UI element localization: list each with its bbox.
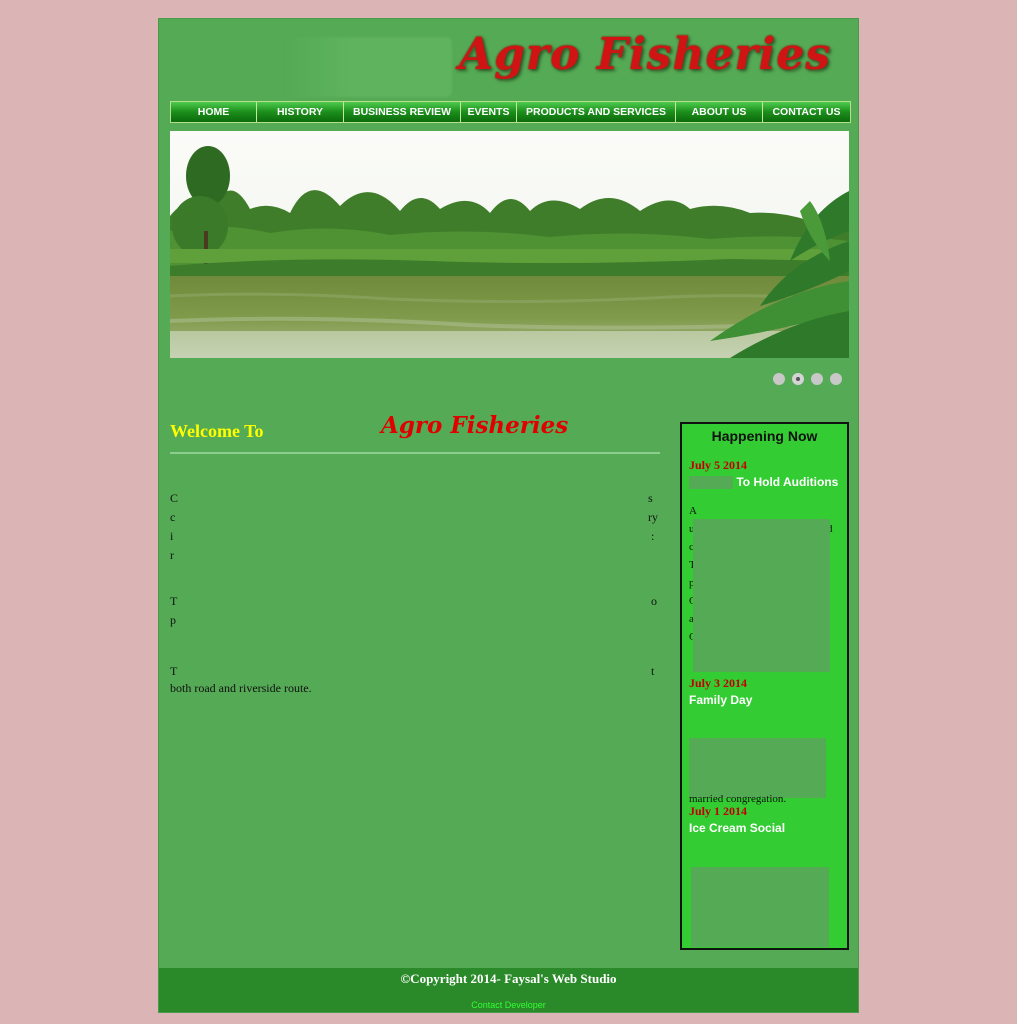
- fish-pond-photo: [170, 131, 849, 358]
- sidebar-heading: Happening Now: [711, 428, 818, 444]
- site-title: Agro Fisheries: [459, 29, 832, 80]
- event-date: July 1 2014: [689, 804, 748, 818]
- nav-events[interactable]: EVENTS: [461, 102, 517, 122]
- welcome-brand-title: Agro Fisheries: [381, 412, 569, 439]
- nav-about-us[interactable]: ABOUT US: [676, 102, 763, 122]
- redacted-block: [691, 867, 829, 947]
- slider-dot[interactable]: [773, 373, 785, 385]
- intro-paragraph: C c i r s ry :: [170, 491, 658, 562]
- event-date: July 3 2014: [689, 676, 748, 690]
- main-nav: HOME HISTORY BUSINESS REVIEW EVENTS PROD…: [170, 101, 851, 123]
- logo-image: [284, 37, 452, 97]
- nav-business-review[interactable]: BUSINESS REVIEW: [344, 102, 461, 122]
- event-title[interactable]: To Hold Auditions: [689, 475, 838, 490]
- event-date: July 5 2014: [689, 458, 748, 472]
- redacted-block: [689, 738, 826, 798]
- page-container: Agro Fisheries HOME HISTORY BUSINESS REV…: [158, 18, 859, 1013]
- welcome-heading: Welcome To: [170, 421, 264, 441]
- banner-image: [170, 131, 849, 358]
- copyright-text: ©Copyright 2014- Faysal's Web Studio: [400, 971, 617, 986]
- second-paragraph: T p o: [170, 594, 657, 627]
- slider-dot-active[interactable]: [792, 373, 804, 385]
- nav-home[interactable]: HOME: [171, 102, 257, 122]
- nav-products-and-services[interactable]: PRODUCTS AND SERVICES: [517, 102, 676, 122]
- slider-dot[interactable]: [830, 373, 842, 385]
- happening-now-panel: Happening Now July 5 2014 To Hold Auditi…: [680, 422, 849, 950]
- divider: [170, 452, 660, 454]
- redacted-block: [693, 519, 830, 672]
- event-title[interactable]: Ice Cream Social: [689, 821, 785, 835]
- redacted-block: [689, 476, 733, 490]
- slider-dot[interactable]: [811, 373, 823, 385]
- nav-contact-us[interactable]: CONTACT US: [763, 102, 850, 122]
- contact-developer-link[interactable]: Contact Developer: [159, 1000, 858, 1010]
- footer: ©Copyright 2014- Faysal's Web Studio Con…: [159, 968, 858, 1012]
- slider-pagination: [773, 373, 842, 385]
- nav-history[interactable]: HISTORY: [257, 102, 344, 122]
- third-paragraph: T t both road and riverside route.: [170, 664, 655, 695]
- event-title[interactable]: Family Day: [689, 693, 752, 707]
